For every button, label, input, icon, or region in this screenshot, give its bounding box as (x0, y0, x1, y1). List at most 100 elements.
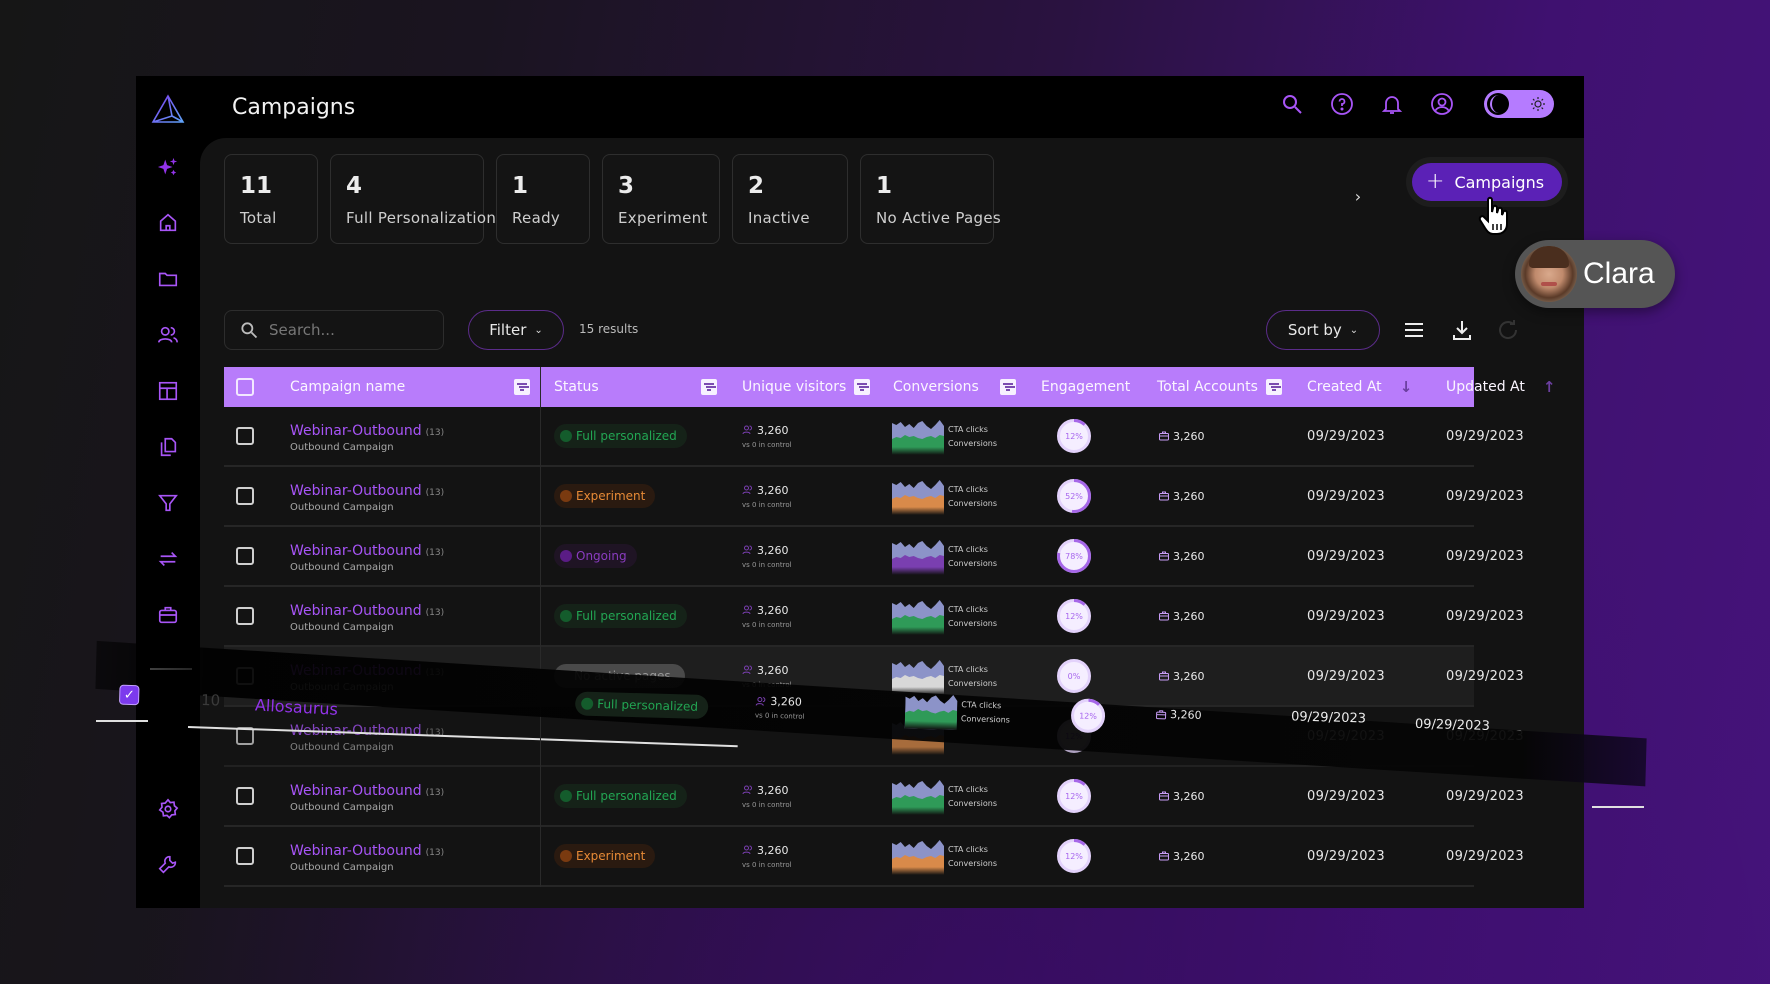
row-checkbox[interactable] (236, 547, 254, 565)
collaborator-name: Clara (1583, 257, 1655, 290)
column-unique-visitors[interactable]: Unique visitors (742, 367, 871, 407)
engagement-donut: 12% (1057, 419, 1091, 453)
row-checkbox[interactable] (236, 667, 254, 685)
stat-value: 2 (748, 173, 765, 199)
download-icon (1453, 321, 1471, 340)
conversions-area (892, 495, 944, 515)
columns-button[interactable] (1402, 318, 1428, 344)
search-button[interactable] (1278, 90, 1306, 118)
table-row[interactable]: Webinar-Outbound (13) Outbound Campaign O… (224, 527, 1524, 587)
help-button[interactable] (1328, 90, 1356, 118)
campaign-name-link[interactable]: Webinar-Outbound (290, 843, 422, 859)
total-accounts: 3,260 (1158, 610, 1205, 623)
arrow-down-icon[interactable]: ↓ (1400, 378, 1413, 396)
column-campaign-name[interactable]: Campaign name (290, 367, 405, 407)
chevron-down-icon: ⌄ (534, 324, 543, 336)
engagement-donut: 78% (1057, 539, 1091, 573)
main-content: 11 Total 4 Full Personalization 1 Ready 3 E… (200, 138, 1584, 908)
stats-next-button[interactable]: › (1346, 184, 1370, 208)
row-checkbox[interactable] (236, 607, 254, 625)
status-badge: Full personalized (554, 604, 687, 628)
layout-icon (158, 381, 178, 401)
created-date: 09/29/2023 (1307, 788, 1385, 804)
stat-card-ready[interactable]: 1 Ready (496, 154, 590, 244)
theme-toggle[interactable] (1484, 90, 1554, 118)
sort-button[interactable]: Sort by ⌄ (1266, 310, 1380, 350)
filter-icon[interactable] (701, 379, 717, 395)
status-icon (560, 850, 572, 862)
select-all-checkbox[interactable] (236, 378, 254, 396)
stat-card-full-personalization[interactable]: 4 Full Personalization (330, 154, 496, 244)
table-row[interactable]: Webinar-Outbound (13) Outbound Campaign F… (224, 407, 1524, 467)
sidebar-item-tools[interactable] (155, 852, 181, 878)
refresh-button[interactable] (1496, 318, 1522, 344)
table-row[interactable]: Webinar-Outbound (13) Outbound Campaign E… (224, 467, 1524, 527)
campaign-count: (13) (425, 607, 445, 618)
folder-icon (158, 272, 178, 287)
column-total-accounts[interactable]: Total Accounts (1157, 367, 1282, 407)
filter-icon[interactable] (1265, 379, 1282, 395)
campaign-subtitle: Outbound Campaign (290, 681, 394, 693)
results-count: 15 results (579, 322, 639, 336)
conversions-area (892, 555, 944, 575)
stat-card-no-active-pages[interactable]: 1 No Active Pages (860, 154, 1001, 244)
campaign-name-link[interactable]: Webinar-Outbound (290, 603, 422, 619)
sidebar-item-users[interactable] (155, 322, 181, 348)
stat-card-inactive[interactable]: 2 Inactive (732, 154, 848, 244)
status-badge: Full personalized (554, 424, 687, 448)
download-button[interactable] (1450, 318, 1476, 344)
campaign-name-link[interactable]: Webinar-Outbound (290, 423, 422, 439)
funnel-icon (158, 494, 178, 512)
arrow-up-icon[interactable]: ↑ (1543, 378, 1556, 396)
filter-icon[interactable] (514, 379, 530, 395)
row-checkbox[interactable] (236, 847, 254, 865)
campaign-name-link[interactable]: Webinar-Outbound (290, 483, 422, 499)
sidebar-item-accounts[interactable] (155, 602, 181, 628)
table-row[interactable]: Webinar-Outbound (13) Outbound Campaign F… (224, 587, 1524, 647)
column-engagement[interactable]: Engagement (1041, 367, 1130, 407)
sidebar-item-integrations[interactable] (155, 546, 181, 572)
sidebar-item-layouts[interactable] (155, 378, 181, 404)
sparkles-icon (157, 157, 178, 176)
campaign-name-link[interactable]: Webinar-Outbound (290, 543, 422, 559)
stat-label: Experiment (618, 209, 708, 227)
sidebar-item-funnels[interactable] (155, 490, 181, 516)
stat-card-total[interactable]: 11 Total (224, 154, 318, 244)
filter-icon[interactable] (854, 379, 871, 395)
sun-icon (1531, 97, 1545, 111)
total-accounts: 3,260 (1158, 850, 1205, 863)
row-checkbox[interactable] (236, 487, 254, 505)
column-updated-at[interactable]: Updated At ↑ (1446, 367, 1555, 407)
stat-value: 11 (240, 173, 273, 199)
sidebar-item-settings[interactable] (155, 796, 181, 822)
user-circle-icon (1431, 93, 1453, 115)
profile-button[interactable] (1428, 90, 1456, 118)
column-created-at[interactable]: Created At ↓ (1307, 367, 1412, 407)
search-input[interactable] (269, 321, 429, 339)
filter-icon[interactable] (1000, 379, 1016, 395)
campaign-name-link[interactable]: Webinar-Outbound (290, 663, 422, 679)
column-status[interactable]: Status (554, 367, 599, 407)
notifications-button[interactable] (1378, 90, 1406, 118)
column-conversions[interactable]: Conversions (893, 367, 979, 407)
collaborator-badge: Clara (1515, 240, 1675, 308)
filter-button[interactable]: Filter ⌄ (468, 310, 564, 350)
campaign-name-link[interactable]: Webinar-Outbound (290, 783, 422, 799)
table-row[interactable]: Webinar-Outbound (13) Outbound Campaign N… (224, 647, 1524, 707)
created-date: 09/29/2023 (1307, 668, 1385, 684)
stat-card-experiment[interactable]: 3 Experiment (602, 154, 720, 244)
table-row[interactable]: Webinar-Outbound (13) Outbound Campaign F… (224, 767, 1524, 827)
table-row[interactable]: Webinar-Outbound (13) Outbound Campaign 1… (224, 707, 1524, 767)
engagement-donut: 12% (1057, 719, 1091, 753)
search-field[interactable] (224, 310, 444, 350)
campaign-subtitle: Outbound Campaign (290, 861, 394, 873)
sidebar-item-ai[interactable] (155, 154, 181, 180)
sidebar-item-home[interactable] (155, 210, 181, 236)
users-icon (742, 845, 752, 855)
table-row[interactable]: Webinar-Outbound (13) Outbound Campaign E… (224, 827, 1524, 887)
sidebar-item-pages[interactable] (155, 434, 181, 460)
sidebar-item-folders[interactable] (155, 266, 181, 292)
users-icon (158, 326, 178, 343)
row-checkbox[interactable] (236, 787, 254, 805)
row-checkbox[interactable] (236, 427, 254, 445)
